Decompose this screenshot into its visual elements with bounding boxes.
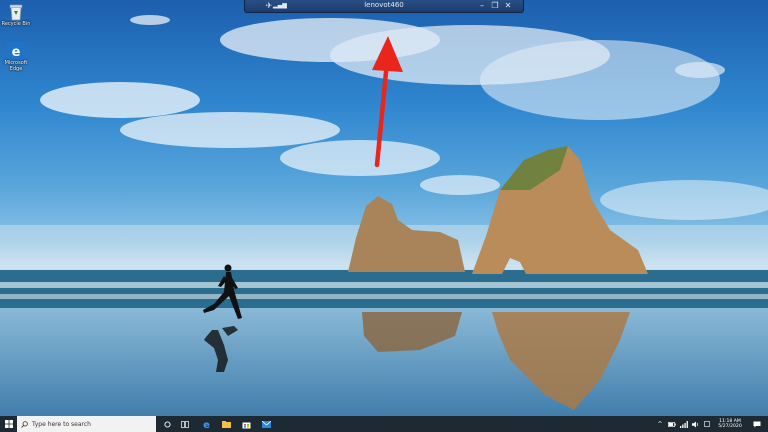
- remote-desktop-connection-bar: ✈ ▂▄▆ lenovot460 – ❐ ✕: [244, 0, 524, 13]
- taskbar-search-box[interactable]: Type here to search: [17, 416, 156, 432]
- desktop-icon-edge[interactable]: e Microsoft Edge: [1, 42, 31, 72]
- cortana-button[interactable]: [160, 416, 174, 432]
- desktop-icon-recycle-bin[interactable]: Recycle Bin: [1, 3, 31, 27]
- file-explorer-icon: [221, 421, 231, 428]
- volume-icon[interactable]: [691, 416, 701, 432]
- notification-icon: [753, 421, 761, 427]
- mail-icon: [261, 420, 271, 428]
- taskbar-store-button[interactable]: [238, 416, 254, 432]
- start-button[interactable]: [0, 416, 17, 432]
- minimize-button[interactable]: –: [476, 0, 488, 12]
- clock-date: 5/27/2020: [718, 424, 742, 429]
- taskbar-mail-button[interactable]: [258, 416, 274, 432]
- input-indicator-icon[interactable]: [703, 416, 711, 432]
- tray-overflow-chevron-icon[interactable]: ^: [655, 416, 665, 432]
- taskbar: Type here to search e ^ 11:18 AM 5/27/20…: [0, 416, 768, 432]
- store-icon: [242, 422, 250, 428]
- task-view-button[interactable]: [178, 416, 192, 432]
- taskbar-edge-button[interactable]: e: [198, 416, 214, 432]
- svg-text:e: e: [12, 45, 21, 60]
- wallpaper-scene: [0, 15, 768, 416]
- desktop-icon-label: Microsoft Edge: [4, 60, 28, 72]
- taskbar-file-explorer-button[interactable]: [218, 416, 234, 432]
- close-button[interactable]: ✕: [502, 0, 514, 12]
- network-icon[interactable]: [679, 416, 689, 432]
- action-center-button[interactable]: [750, 416, 764, 432]
- task-view-icon: [181, 420, 189, 428]
- clock[interactable]: 11:18 AM 5/27/2020: [713, 416, 747, 432]
- windows-logo-icon: [4, 420, 13, 428]
- edge-icon: e: [7, 42, 25, 60]
- recycle-bin-icon: [9, 4, 23, 21]
- clouds: [40, 15, 768, 220]
- cortana-icon: [163, 420, 171, 428]
- desktop-wallpaper: [0, 0, 768, 416]
- svg-text:e: e: [203, 420, 210, 429]
- search-icon: [21, 420, 28, 428]
- desktop-icon-label: Recycle Bin: [1, 21, 31, 27]
- battery-icon[interactable]: [667, 416, 677, 432]
- edge-icon: e: [203, 420, 210, 429]
- search-placeholder: Type here to search: [32, 420, 91, 428]
- restore-button[interactable]: ❐: [489, 0, 501, 12]
